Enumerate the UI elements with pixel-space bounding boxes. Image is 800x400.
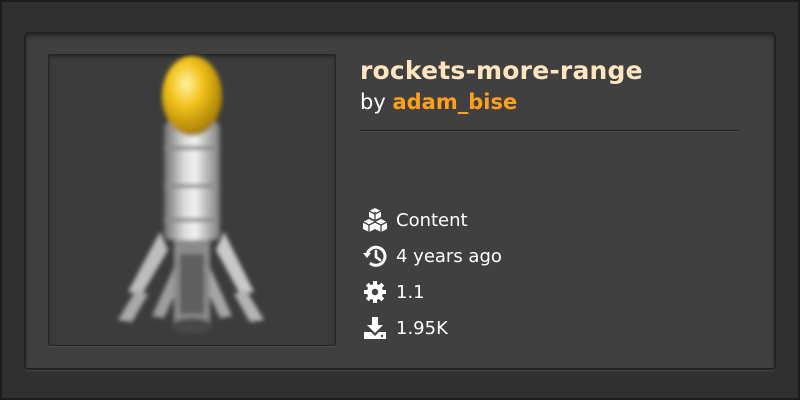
mod-card-frame: rockets-more-range by adam_bise Content	[0, 0, 800, 400]
mod-card[interactable]: rockets-more-range by adam_bise Content	[24, 32, 776, 370]
meta-version-label: 1.1	[396, 281, 425, 303]
meta-updated: 4 years ago	[362, 243, 502, 269]
mod-title[interactable]: rockets-more-range	[360, 56, 643, 85]
meta-downloads-label: 1.95K	[396, 317, 448, 339]
rocket-icon	[118, 56, 264, 334]
gear-icon	[362, 279, 388, 305]
author-link[interactable]: adam_bise	[392, 90, 517, 114]
by-prefix: by	[360, 90, 386, 114]
meta-updated-label: 4 years ago	[396, 245, 502, 267]
meta-downloads: 1.95K	[362, 315, 448, 341]
meta-version: 1.1	[362, 279, 425, 305]
meta-category: Content	[362, 207, 468, 233]
history-icon	[362, 243, 388, 269]
cubes-icon	[362, 207, 388, 233]
download-icon	[362, 315, 388, 341]
mod-thumbnail[interactable]	[48, 54, 336, 346]
mod-byline: by adam_bise	[360, 90, 517, 114]
meta-category-label: Content	[396, 209, 468, 231]
divider	[360, 130, 739, 131]
